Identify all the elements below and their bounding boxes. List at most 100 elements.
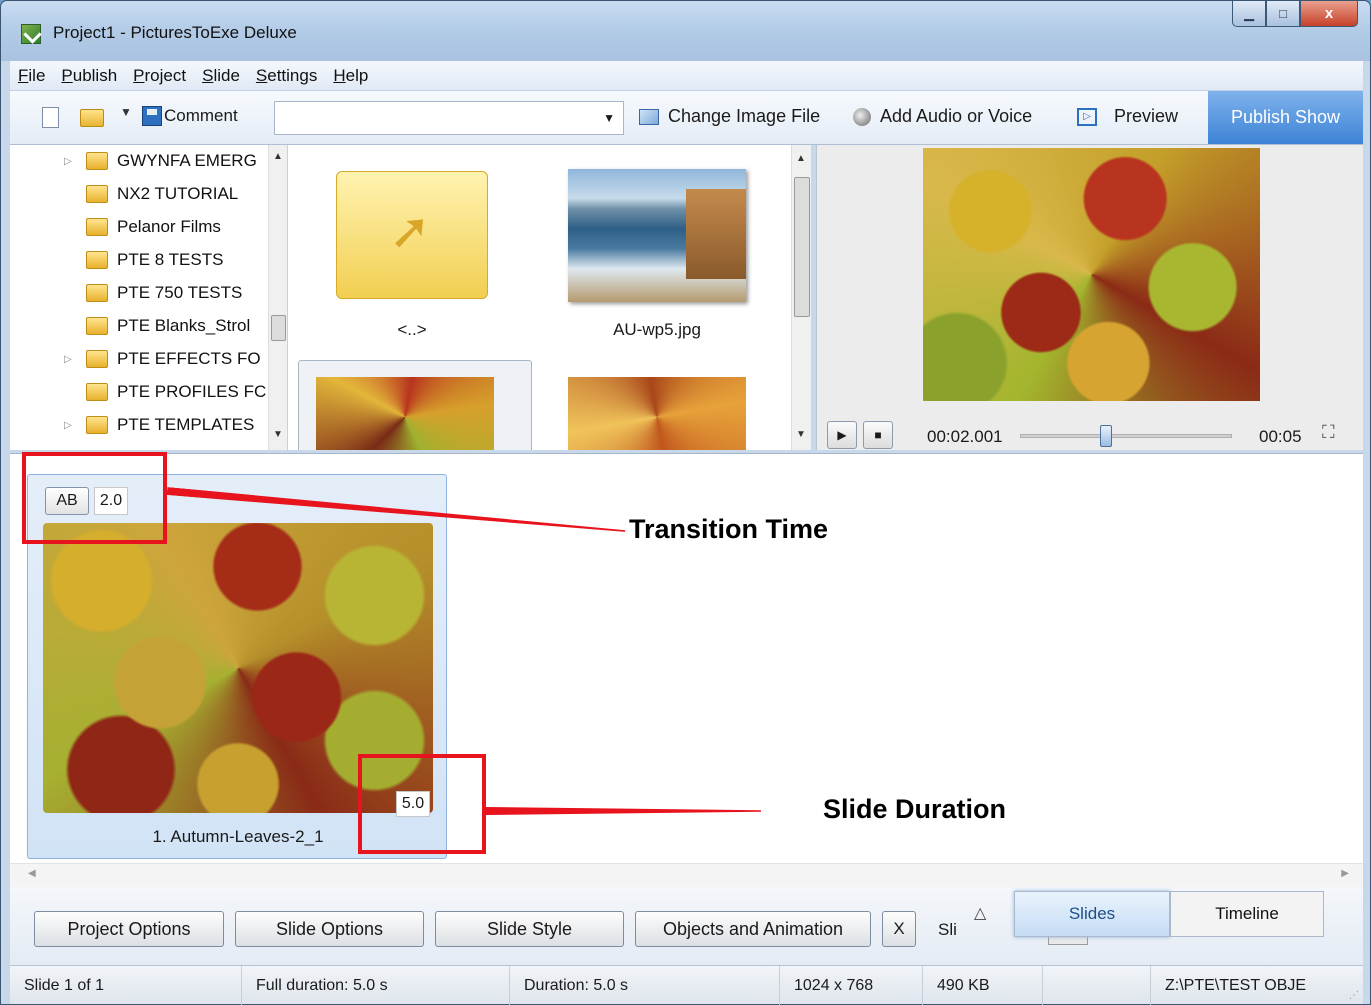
file-browser-scroll-thumb[interactable]: [794, 177, 810, 317]
resize-grip-icon[interactable]: ⋰: [1349, 990, 1359, 1001]
folder-name: PTE Blanks_Strol: [117, 316, 251, 335]
toolbar: ▼ Comment ▼ Change Image File Add Audio …: [10, 91, 1363, 145]
sort-up-icon[interactable]: △: [974, 903, 986, 923]
status-bar: Slide 1 of 1 Full duration: 5.0 s Durati…: [10, 965, 1363, 1005]
menu-project[interactable]: Project: [133, 66, 186, 86]
slide-size-label: Sli: [938, 920, 957, 939]
duration-annotation-label: Slide Duration: [823, 794, 1007, 824]
preview-image[interactable]: [923, 148, 1260, 401]
folder-icon: [86, 416, 108, 434]
expand-arrow-icon[interactable]: ▷: [64, 420, 72, 431]
current-time: 00:02.001: [927, 427, 1003, 446]
menu-settings[interactable]: Settings: [256, 66, 317, 86]
menu-publish[interactable]: Publish: [61, 66, 117, 86]
objects-animation-button[interactable]: Objects and Animation: [635, 911, 871, 947]
playback-controls: ▶ ■: [827, 421, 893, 449]
folder-tree-item[interactable]: ▷ GWYNFA EMERG: [64, 146, 257, 176]
bottom-toolbar: Project Options Slide Options Slide Styl…: [10, 887, 1363, 965]
title-bar[interactable]: Project1 - PicturesToExe Deluxe ▁ □ x: [1, 1, 1370, 61]
open-folder-icon[interactable]: [80, 109, 104, 127]
publish-show-button[interactable]: Publish Show: [1208, 91, 1363, 144]
orange-leaves-thumb[interactable]: [568, 377, 746, 450]
folder-icon: [86, 284, 108, 302]
stop-button[interactable]: ■: [863, 421, 893, 449]
folder-icon: [86, 350, 108, 368]
folder-tree-item[interactable]: Pelanor Films: [68, 212, 221, 242]
project-options-button[interactable]: Project Options: [34, 911, 224, 947]
preview-button[interactable]: ▷ Preview: [1077, 106, 1178, 127]
slide-style-button[interactable]: Slide Style: [435, 911, 624, 947]
folder-icon: [86, 185, 108, 203]
comment-button[interactable]: Comment: [142, 106, 238, 126]
comment-label: Comment: [164, 106, 238, 125]
folder-tree: ▷ GWYNFA EMERG NX2 TUTORIAL Pelanor Film…: [10, 145, 288, 450]
open-dropdown-icon[interactable]: ▼: [120, 105, 132, 119]
tree-scroll-thumb[interactable]: [271, 315, 286, 341]
folder-tree-item[interactable]: PTE 8 TESTS: [68, 245, 223, 275]
delete-slide-button[interactable]: X: [882, 911, 916, 947]
folder-tree-item[interactable]: ▷ PTE TEMPLATES: [64, 410, 255, 440]
menu-file[interactable]: File: [18, 66, 45, 86]
status-duration: Duration: 5.0 s: [510, 966, 780, 1005]
fullscreen-icon[interactable]: ⛶: [1322, 422, 1335, 443]
app-window: Project1 - PicturesToExe Deluxe ▁ □ x Fi…: [0, 0, 1371, 1005]
total-time: 00:05: [1259, 427, 1302, 446]
expand-arrow-icon[interactable]: ▷: [64, 354, 72, 365]
seek-slider-thumb[interactable]: [1100, 425, 1113, 447]
scroll-down-icon[interactable]: ▼: [273, 429, 283, 440]
maximize-button[interactable]: □: [1266, 1, 1300, 27]
slide-options-button[interactable]: Slide Options: [235, 911, 424, 947]
status-slide-index: Slide 1 of 1: [10, 966, 242, 1005]
scroll-down-icon[interactable]: ▼: [796, 429, 806, 440]
up-arrow-icon: ➚: [389, 203, 431, 259]
preview-label: Preview: [1114, 106, 1179, 126]
save-floppy-icon: [142, 106, 162, 126]
slide-list-scrollbar[interactable]: ◀ ▶: [10, 863, 1363, 887]
menu-slide[interactable]: Slide: [202, 66, 240, 86]
status-empty: [1043, 966, 1151, 1005]
folder-name: GWYNFA EMERG: [117, 151, 257, 170]
folder-icon: [86, 251, 108, 269]
add-audio-button[interactable]: Add Audio or Voice: [853, 106, 1032, 127]
tab-slides[interactable]: Slides: [1014, 891, 1170, 937]
folder-tree-item[interactable]: PTE PROFILES FC: [68, 377, 266, 407]
app-logo-icon: [21, 24, 41, 44]
tab-timeline[interactable]: Timeline: [1170, 891, 1324, 937]
menu-help[interactable]: Help: [333, 66, 368, 86]
new-file-icon[interactable]: [42, 107, 59, 128]
folder-name: PTE PROFILES FC: [117, 382, 267, 401]
autumn-leaves-thumb[interactable]: [316, 377, 494, 450]
folder-name: PTE 8 TESTS: [117, 250, 224, 269]
change-image-label: Change Image File: [668, 106, 821, 126]
scroll-up-icon[interactable]: ▲: [273, 151, 283, 162]
status-full-duration: Full duration: 5.0 s: [242, 966, 510, 1005]
audio-icon: [853, 107, 871, 126]
parent-folder-thumb[interactable]: ➚: [336, 171, 488, 299]
coast-image-thumb[interactable]: [568, 169, 746, 302]
scroll-left-icon[interactable]: ◀: [28, 868, 36, 879]
tree-scrollbar[interactable]: ▲ ▼: [268, 145, 287, 450]
folder-tree-item[interactable]: ▷ PTE EFFECTS FO: [64, 344, 261, 374]
folder-name: Pelanor Films: [117, 217, 221, 236]
menu-bar: File Publish Project Slide Settings Help: [10, 61, 1363, 91]
comment-dropdown-icon[interactable]: ▼: [603, 111, 615, 125]
seek-slider[interactable]: [1020, 425, 1232, 447]
close-button[interactable]: x: [1300, 1, 1358, 27]
minimize-button[interactable]: ▁: [1232, 1, 1266, 27]
view-tabs: Slides Timeline: [1014, 891, 1324, 937]
scroll-right-icon[interactable]: ▶: [1341, 868, 1349, 879]
play-button[interactable]: ▶: [827, 421, 857, 449]
duration-annotation-box: [358, 754, 486, 854]
scroll-up-icon[interactable]: ▲: [796, 153, 806, 164]
file-browser-scrollbar[interactable]: ▲ ▼: [791, 145, 811, 450]
window-title: Project1 - PicturesToExe Deluxe: [53, 23, 297, 42]
status-file-size: 490 KB: [923, 966, 1043, 1005]
comment-field[interactable]: ▼: [274, 101, 624, 135]
preview-play-icon: ▷: [1077, 107, 1097, 126]
folder-tree-item[interactable]: NX2 TUTORIAL: [68, 179, 238, 209]
folder-tree-item[interactable]: PTE 750 TESTS: [68, 278, 242, 308]
folder-tree-item[interactable]: PTE Blanks_Strol: [68, 311, 250, 341]
folder-name: PTE TEMPLATES: [117, 415, 255, 434]
expand-arrow-icon[interactable]: ▷: [64, 156, 72, 167]
change-image-button[interactable]: Change Image File: [639, 106, 820, 127]
